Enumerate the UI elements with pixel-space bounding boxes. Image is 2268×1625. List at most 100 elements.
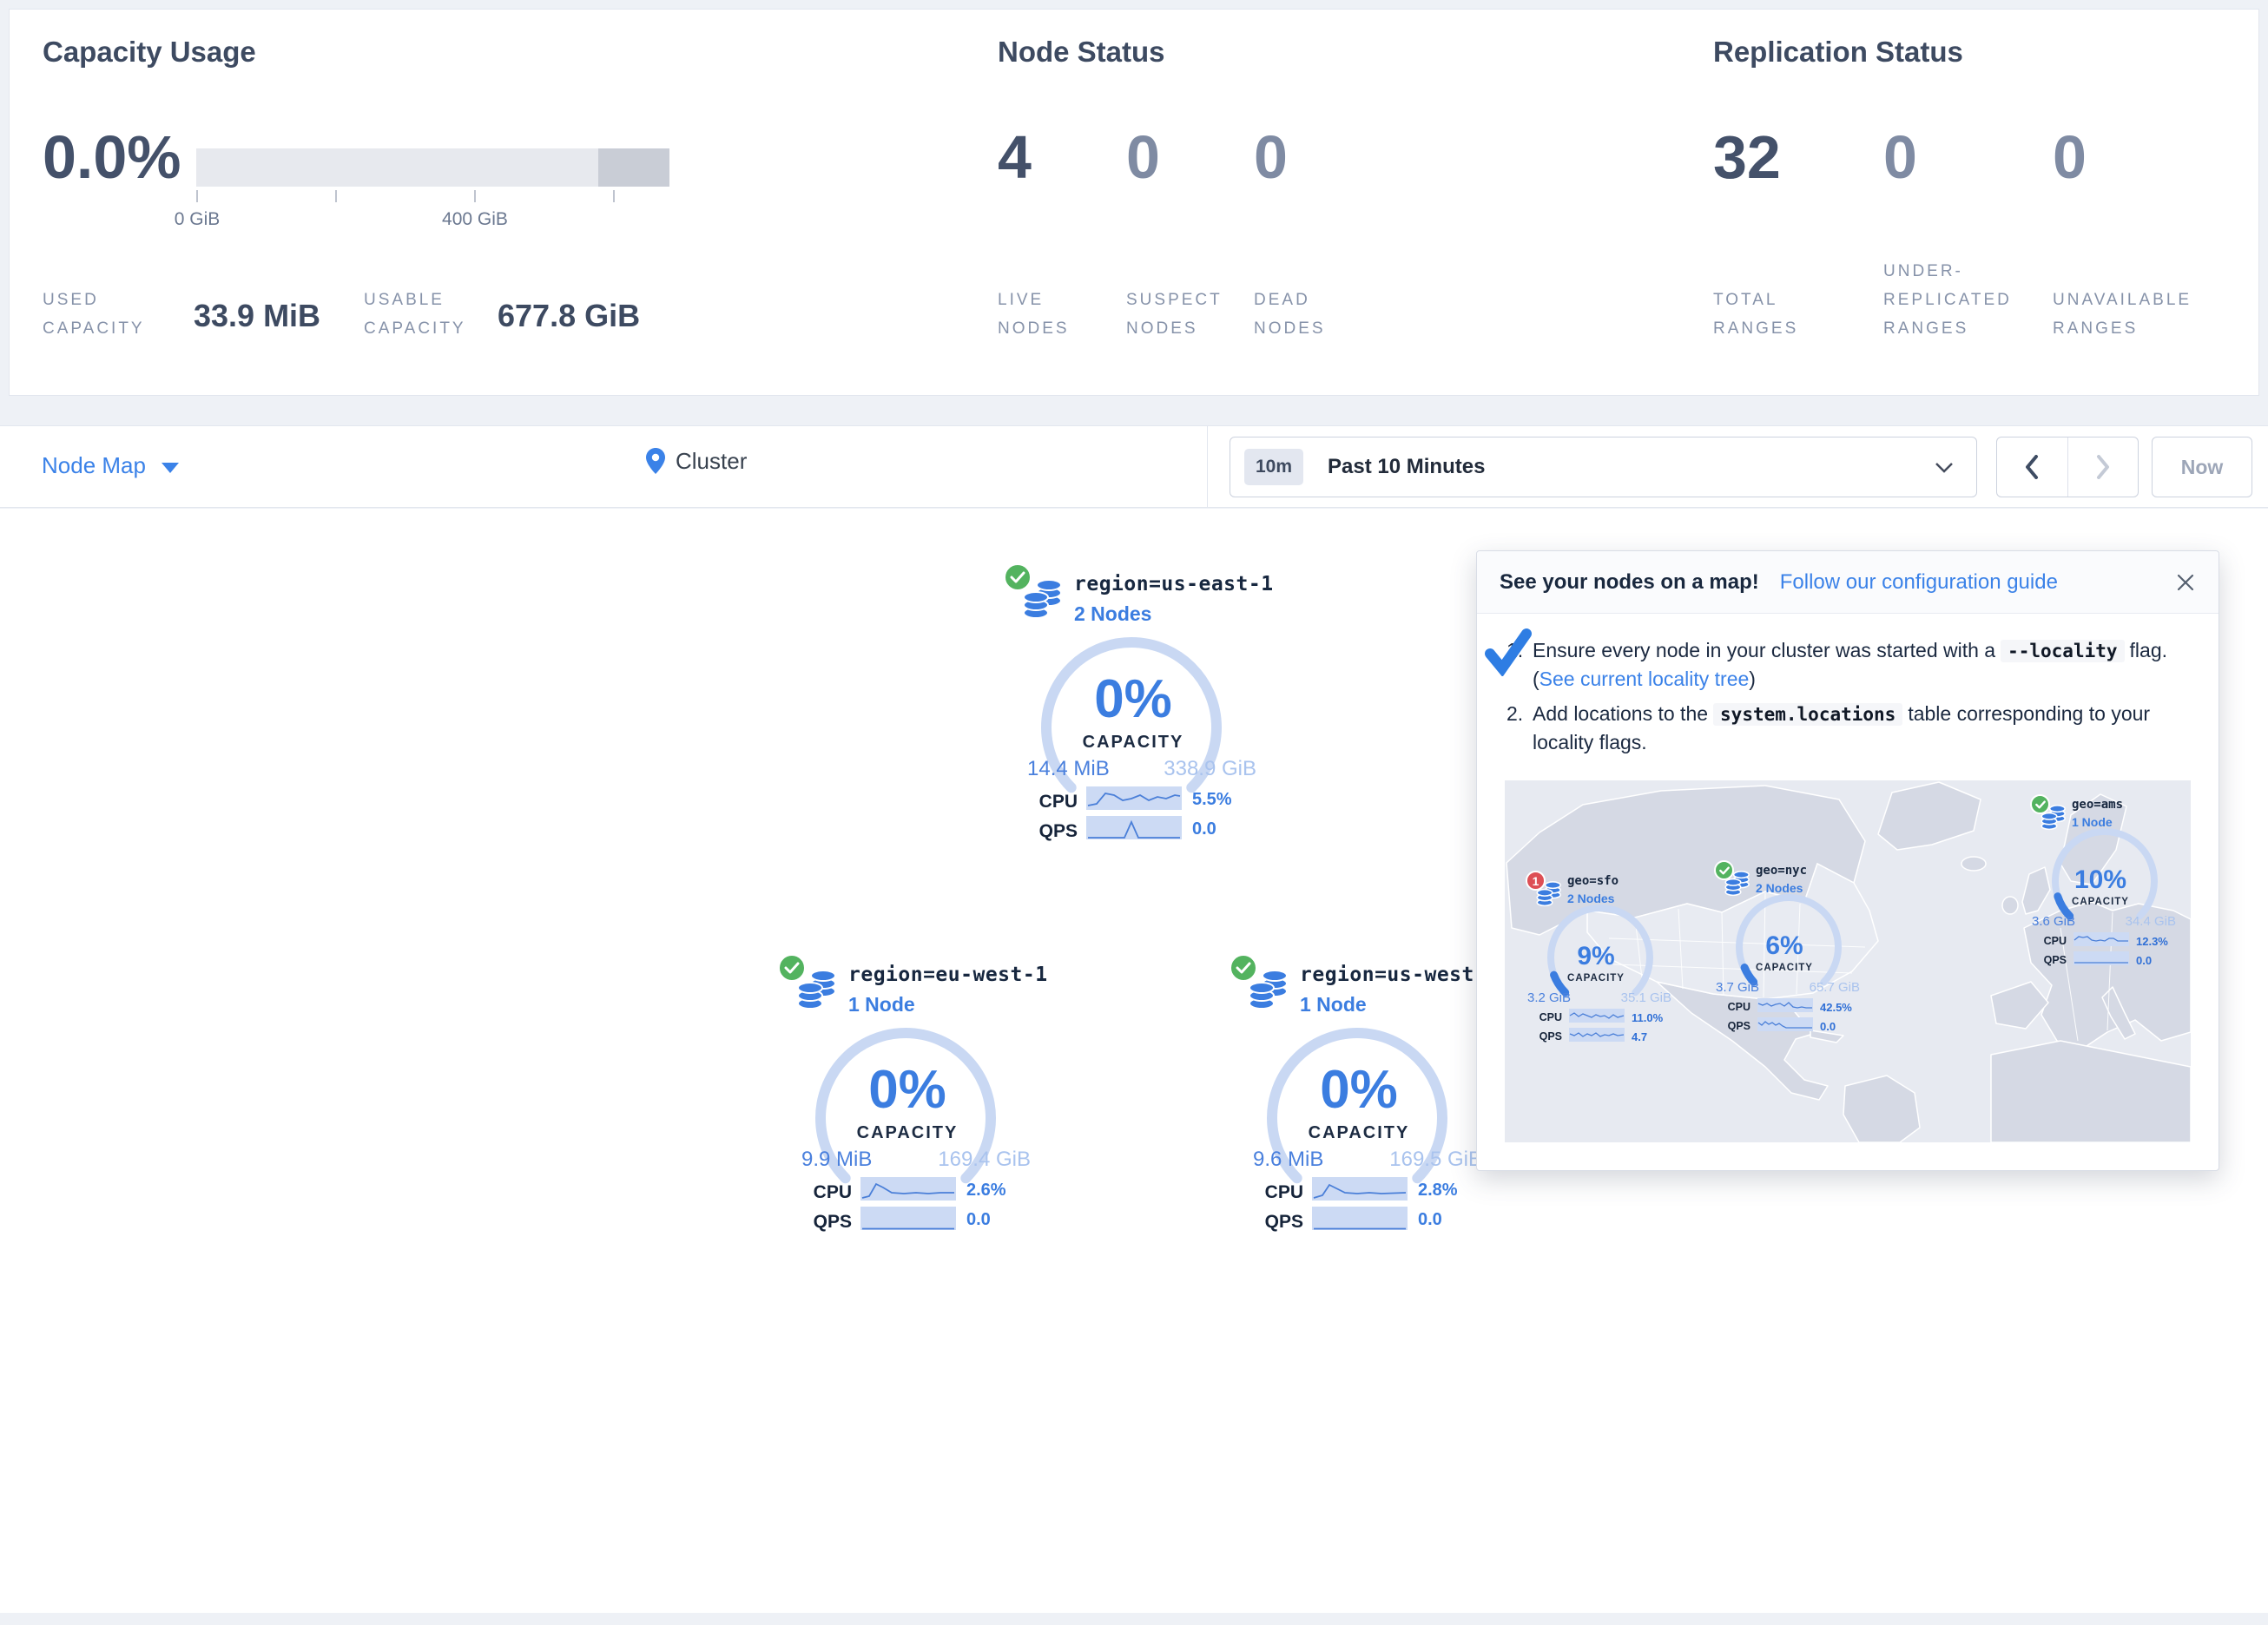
node-healthy-icon <box>1003 562 1032 592</box>
capacity-percent: 0% <box>1003 668 1263 730</box>
cpu-label: CPU <box>777 1182 852 1203</box>
qps-sparkline <box>1312 1207 1408 1230</box>
under-replicated-count: 0 <box>1883 127 1917 188</box>
cpu-sparkline <box>1312 1177 1408 1201</box>
chevron-down-icon <box>162 463 179 473</box>
view-toolbar: Node Map Cluster 10m Past 10 Minutes <box>0 425 2268 508</box>
total-value: 169.5 GiB <box>1389 1148 1482 1172</box>
qps-value: 0.0 <box>966 1210 991 1230</box>
chevron-right-icon <box>2095 455 2111 479</box>
locality-nodes-link[interactable]: 2 Nodes <box>1567 891 1614 905</box>
qps-value: 0.0 <box>2136 954 2152 967</box>
region-card-eu-west-1[interactable]: region=eu-west-1 1 Node 0% CAPACITY 9.9 … <box>777 953 1038 1243</box>
node-healthy-icon <box>777 953 807 983</box>
locality-nodes-link[interactable]: 1 Node <box>2072 815 2113 829</box>
time-range-select[interactable]: 10m Past 10 Minutes <box>1230 437 1977 497</box>
used-value: 9.6 MiB <box>1253 1148 1323 1172</box>
qps-sparkline <box>1757 1017 1813 1031</box>
region-nodes-link[interactable]: 1 Node <box>1300 993 1367 1016</box>
chevron-down-icon <box>1935 462 1954 474</box>
cpu-label: CPU <box>1003 792 1078 812</box>
region-card-us-west-1[interactable]: region=us-west-1 1 Node 0% CAPACITY 9.6 … <box>1229 953 1489 1243</box>
qps-label: QPS <box>1712 1020 1750 1032</box>
cpu-label: CPU <box>1524 1011 1562 1023</box>
capacity-percent: 0.0% <box>43 127 181 188</box>
node-healthy-icon <box>2030 794 2050 814</box>
unavailable-ranges-count: 0 <box>2053 127 2087 188</box>
breadcrumb[interactable]: Cluster <box>644 447 747 475</box>
cpu-label: CPU <box>2028 935 2067 947</box>
cpu-sparkline <box>1086 786 1182 810</box>
region-nodes-link[interactable]: 1 Node <box>848 993 915 1016</box>
time-range-badge: 10m <box>1244 449 1303 485</box>
capacity-label: CAPACITY <box>1003 733 1263 753</box>
used-capacity-label: USED CAPACITY <box>43 286 145 343</box>
capacity-percent: 0% <box>777 1059 1038 1121</box>
step-1: 1. Ensure every node in your cluster was… <box>1507 636 2192 693</box>
popup-title: See your nodes on a map! <box>1500 570 1759 595</box>
node-status-title: Node Status <box>998 36 1165 69</box>
suspect-nodes-label: SUSPECT NODES <box>1126 286 1223 343</box>
capacity-usage-title: Capacity Usage <box>43 36 256 69</box>
cpu-label: CPU <box>1229 1182 1303 1203</box>
total-value: 34.4 GiB <box>2126 914 2176 929</box>
now-button[interactable]: Now <box>2152 437 2252 497</box>
node-warning-badge: 1 <box>1526 871 1546 891</box>
locality-name: geo=sfo <box>1567 874 1619 888</box>
time-nav-arrows <box>1996 437 2139 497</box>
node-healthy-icon <box>1229 953 1258 983</box>
capacity-percent: 0% <box>1229 1059 1489 1121</box>
total-ranges-label: TOTAL RANGES <box>1713 286 1798 343</box>
step-complete-check-icon <box>1484 628 1533 676</box>
time-back-button[interactable] <box>1997 438 2068 497</box>
unavailable-ranges-label: UNAVAILABLE RANGES <box>2053 286 2192 343</box>
used-value: 3.2 GiB <box>1527 990 1571 1005</box>
node-healthy-icon <box>1714 860 1734 880</box>
configuration-guide-link[interactable]: Follow our configuration guide <box>1780 570 2058 595</box>
cpu-sparkline <box>860 1177 956 1201</box>
world-map: 1 geo=sfo 2 Nodes 9% CAPACITY 3.2 GiB 35… <box>1505 780 2191 1142</box>
capacity-label: CAPACITY <box>1229 1123 1489 1143</box>
cpu-value: 2.6% <box>966 1181 1006 1201</box>
capacity-tick-label-400: 400 GiB <box>442 209 508 230</box>
breadcrumb-cluster-label: Cluster <box>676 448 747 475</box>
capacity-label: CAPACITY <box>1524 973 1668 984</box>
total-value: 65.7 GiB <box>1810 980 1860 995</box>
step-2: 2. Add locations to thesystem.locationst… <box>1507 700 2192 756</box>
usable-capacity-value: 677.8 GiB <box>498 298 640 334</box>
node-map-page: Capacity Usage 0.0% 0 GiB 400 GiB USED C… <box>0 0 2268 1625</box>
qps-label: QPS <box>1524 1030 1562 1043</box>
region-card-us-east-1[interactable]: region=us-east-1 2 Nodes 0% CAPACITY 14.… <box>1003 562 1263 852</box>
cpu-value: 2.8% <box>1418 1181 1458 1201</box>
node-map-canvas: region=us-east-1 2 Nodes 0% CAPACITY 14.… <box>0 509 2268 1613</box>
under-replicated-label: UNDER- REPLICATED RANGES <box>1883 257 2012 343</box>
locality-tree-link[interactable]: See current locality tree <box>1539 668 1750 690</box>
close-icon[interactable] <box>2175 572 2196 593</box>
used-value: 3.6 GiB <box>2032 914 2075 929</box>
replication-status-title: Replication Status <box>1713 36 1963 69</box>
qps-value: 0.0 <box>1192 819 1216 839</box>
popup-header: See your nodes on a map! Follow our conf… <box>1477 551 2219 614</box>
cpu-label: CPU <box>1712 1001 1750 1013</box>
qps-value: 0.0 <box>1418 1210 1442 1230</box>
locality-nodes-link[interactable]: 2 Nodes <box>1756 881 1803 895</box>
capacity-label: CAPACITY <box>1712 963 1856 973</box>
suspect-nodes-count: 0 <box>1126 127 1160 188</box>
time-forward-button[interactable] <box>2068 438 2139 497</box>
qps-label: QPS <box>777 1212 852 1233</box>
qps-label: QPS <box>1229 1212 1303 1233</box>
capacity-percent: 10% <box>2028 865 2172 895</box>
locality-name: geo=ams <box>2072 798 2123 812</box>
used-value: 9.9 MiB <box>801 1148 872 1172</box>
qps-sparkline <box>860 1207 956 1230</box>
dead-nodes-count: 0 <box>1254 127 1288 188</box>
capacity-tick-label-0: 0 GiB <box>175 209 221 230</box>
view-selector-dropdown[interactable]: Node Map <box>42 452 179 479</box>
capacity-bar-dark-segment <box>598 148 669 187</box>
region-nodes-link[interactable]: 2 Nodes <box>1074 602 1151 626</box>
qps-sparkline <box>1086 816 1182 839</box>
qps-value: 4.7 <box>1632 1030 1647 1043</box>
dead-nodes-label: DEAD NODES <box>1254 286 1326 343</box>
qps-label: QPS <box>2028 954 2067 966</box>
qps-sparkline <box>1569 1028 1625 1042</box>
